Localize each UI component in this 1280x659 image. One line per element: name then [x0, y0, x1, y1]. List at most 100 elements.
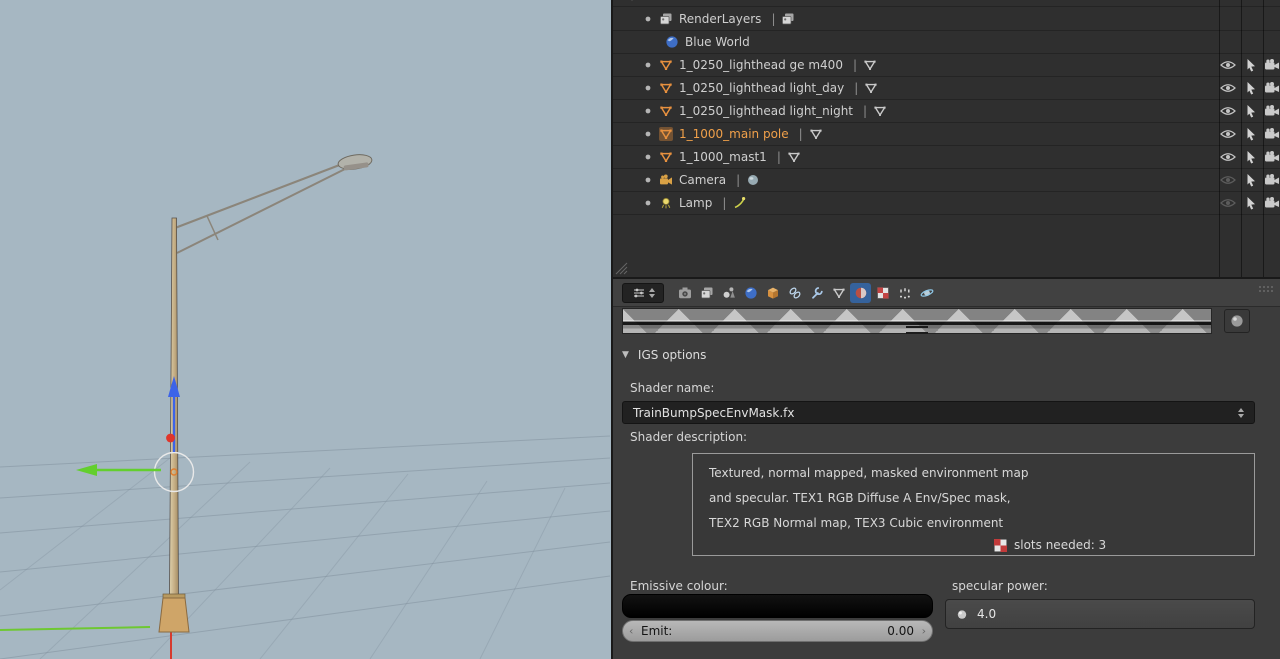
slots-needed-text: slots needed: 3 — [1014, 538, 1107, 552]
eye-icon[interactable] — [1220, 198, 1236, 208]
cursor-icon[interactable] — [1245, 58, 1257, 72]
collapse-triangle-icon[interactable]: ▼ — [622, 350, 629, 360]
specular-power-field[interactable]: 4.0 — [945, 599, 1255, 629]
column-divider — [1219, 0, 1220, 277]
tab-scene[interactable] — [718, 283, 739, 303]
preview-sphere-button[interactable] — [1224, 309, 1250, 333]
dot-icon — [643, 152, 653, 162]
description-line: Textured, normal mapped, masked environm… — [709, 466, 1029, 480]
camera-restrict-icon[interactable] — [1264, 151, 1280, 163]
outliner-row-lamp[interactable]: Lamp | — [613, 192, 1280, 215]
tab-world[interactable] — [740, 283, 761, 303]
tab-constraints[interactable] — [784, 283, 805, 303]
camera-restrict-icon[interactable] — [1264, 59, 1280, 71]
description-line: TEX2 RGB Normal map, TEX3 Cubic environm… — [709, 516, 1004, 530]
camera-data-icon — [746, 173, 760, 187]
camera-restrict-icon[interactable] — [1264, 82, 1280, 94]
igs-options-panel-header[interactable]: ▼ IGS options — [622, 345, 1255, 365]
mesh-icon — [659, 81, 673, 95]
separator: | — [771, 12, 776, 26]
emissive-colour-label: Emissive colour: — [630, 579, 728, 593]
dot-icon — [643, 175, 653, 185]
emissive-colour-swatch[interactable] — [622, 594, 933, 618]
specular-icon — [955, 607, 969, 621]
eye-icon[interactable] — [1220, 129, 1236, 139]
material-preview[interactable] — [622, 308, 1212, 334]
shader-description-box: Textured, normal mapped, masked environm… — [692, 453, 1255, 556]
outliner-row-mesh-selected[interactable]: 1_1000_main pole | — [613, 123, 1280, 146]
tab-modifiers[interactable] — [806, 283, 827, 303]
camera-restrict-icon[interactable] — [1264, 128, 1280, 140]
camera-icon — [659, 173, 673, 187]
tab-physics[interactable] — [916, 283, 937, 303]
tab-particles[interactable] — [894, 283, 915, 303]
mesh-data-icon — [809, 127, 823, 141]
outliner-row-mesh[interactable]: 1_0250_lighthead light_day | — [613, 77, 1280, 100]
camera-restrict-icon[interactable] — [1264, 105, 1280, 117]
tab-render-layers[interactable] — [696, 283, 717, 303]
panel-drag-handle[interactable] — [906, 326, 928, 334]
outliner-row-world[interactable]: Blue World — [613, 31, 1280, 54]
lamp-post-model[interactable] — [158, 153, 373, 633]
properties-panel[interactable]: ▼ IGS options Shader name: TrainBumpSpec… — [611, 277, 1280, 659]
gizmo-y-arrowhead[interactable] — [76, 464, 97, 476]
render-icon — [678, 286, 692, 300]
eye-icon[interactable] — [1220, 83, 1236, 93]
object-name: Camera — [679, 173, 727, 187]
outliner-row-mesh[interactable]: 1_0250_lighthead ge m400 | — [613, 54, 1280, 77]
dot-icon — [643, 106, 653, 116]
3d-viewport[interactable] — [0, 0, 611, 659]
blender-window: Scene RenderLayers | Blue World 1_0250_l… — [0, 0, 1280, 659]
scene-tab-icon — [722, 286, 736, 300]
lamp-head — [337, 154, 373, 171]
editor-resize-grip[interactable] — [614, 261, 629, 276]
cursor-icon[interactable] — [1245, 196, 1257, 210]
slider-right-arrow-icon[interactable]: › — [922, 625, 926, 638]
slider-left-arrow-icon[interactable]: ‹ — [629, 625, 633, 638]
cursor-icon[interactable] — [1245, 81, 1257, 95]
mesh-icon — [659, 150, 673, 164]
shader-name-value: TrainBumpSpecEnvMask.fx — [633, 405, 795, 420]
panel-grip-icon[interactable] — [1258, 284, 1276, 294]
outliner-row-mesh[interactable]: 1_0250_lighthead light_night | — [613, 100, 1280, 123]
object-name: 1_1000_mast1 — [679, 150, 767, 164]
dot-icon — [643, 198, 653, 208]
lamp-data-icon — [732, 196, 746, 210]
shader-name-dropdown[interactable]: TrainBumpSpecEnvMask.fx — [622, 401, 1255, 424]
outliner-row-camera[interactable]: Camera | — [613, 169, 1280, 192]
object-name: Scene — [645, 0, 682, 2]
renderlayers-data-icon — [781, 12, 795, 26]
camera-restrict-icon[interactable] — [1264, 197, 1280, 209]
tab-render[interactable] — [674, 283, 695, 303]
object-origin-dot — [166, 433, 175, 443]
gizmo-z-arrowhead[interactable] — [168, 376, 180, 397]
cursor-icon[interactable] — [1245, 150, 1257, 164]
object-name: 1_0250_lighthead light_night — [679, 104, 854, 118]
tab-object-data[interactable] — [828, 283, 849, 303]
eye-icon[interactable] — [1220, 60, 1236, 70]
tab-texture[interactable] — [872, 283, 893, 303]
object-name: Blue World — [685, 35, 750, 49]
tab-material[interactable] — [850, 282, 871, 303]
world-tab-icon — [744, 286, 758, 300]
dot-icon — [643, 14, 653, 24]
emit-label: Emit: — [641, 624, 673, 638]
eye-icon[interactable] — [1220, 175, 1236, 185]
cursor-icon[interactable] — [1245, 104, 1257, 118]
emit-slider[interactable]: ‹ Emit: 0.00 › — [622, 620, 933, 642]
tab-object[interactable] — [762, 283, 783, 303]
outliner-row-mesh[interactable]: 1_1000_mast1 | — [613, 146, 1280, 169]
properties-header — [613, 279, 1280, 307]
object-name: Lamp — [679, 196, 713, 210]
mesh-data-tab-icon — [832, 286, 846, 300]
eye-icon[interactable] — [1220, 106, 1236, 116]
camera-restrict-icon[interactable] — [1264, 174, 1280, 186]
outliner-row-scene[interactable]: Scene — [613, 0, 1280, 7]
eye-icon[interactable] — [1220, 152, 1236, 162]
mesh-icon — [659, 127, 673, 141]
cursor-icon[interactable] — [1245, 173, 1257, 187]
editor-type-dropdown[interactable] — [622, 282, 664, 303]
outliner-panel[interactable]: Scene RenderLayers | Blue World 1_0250_l… — [611, 0, 1280, 277]
cursor-icon[interactable] — [1245, 127, 1257, 141]
outliner-row-renderlayers[interactable]: RenderLayers | — [613, 8, 1280, 31]
